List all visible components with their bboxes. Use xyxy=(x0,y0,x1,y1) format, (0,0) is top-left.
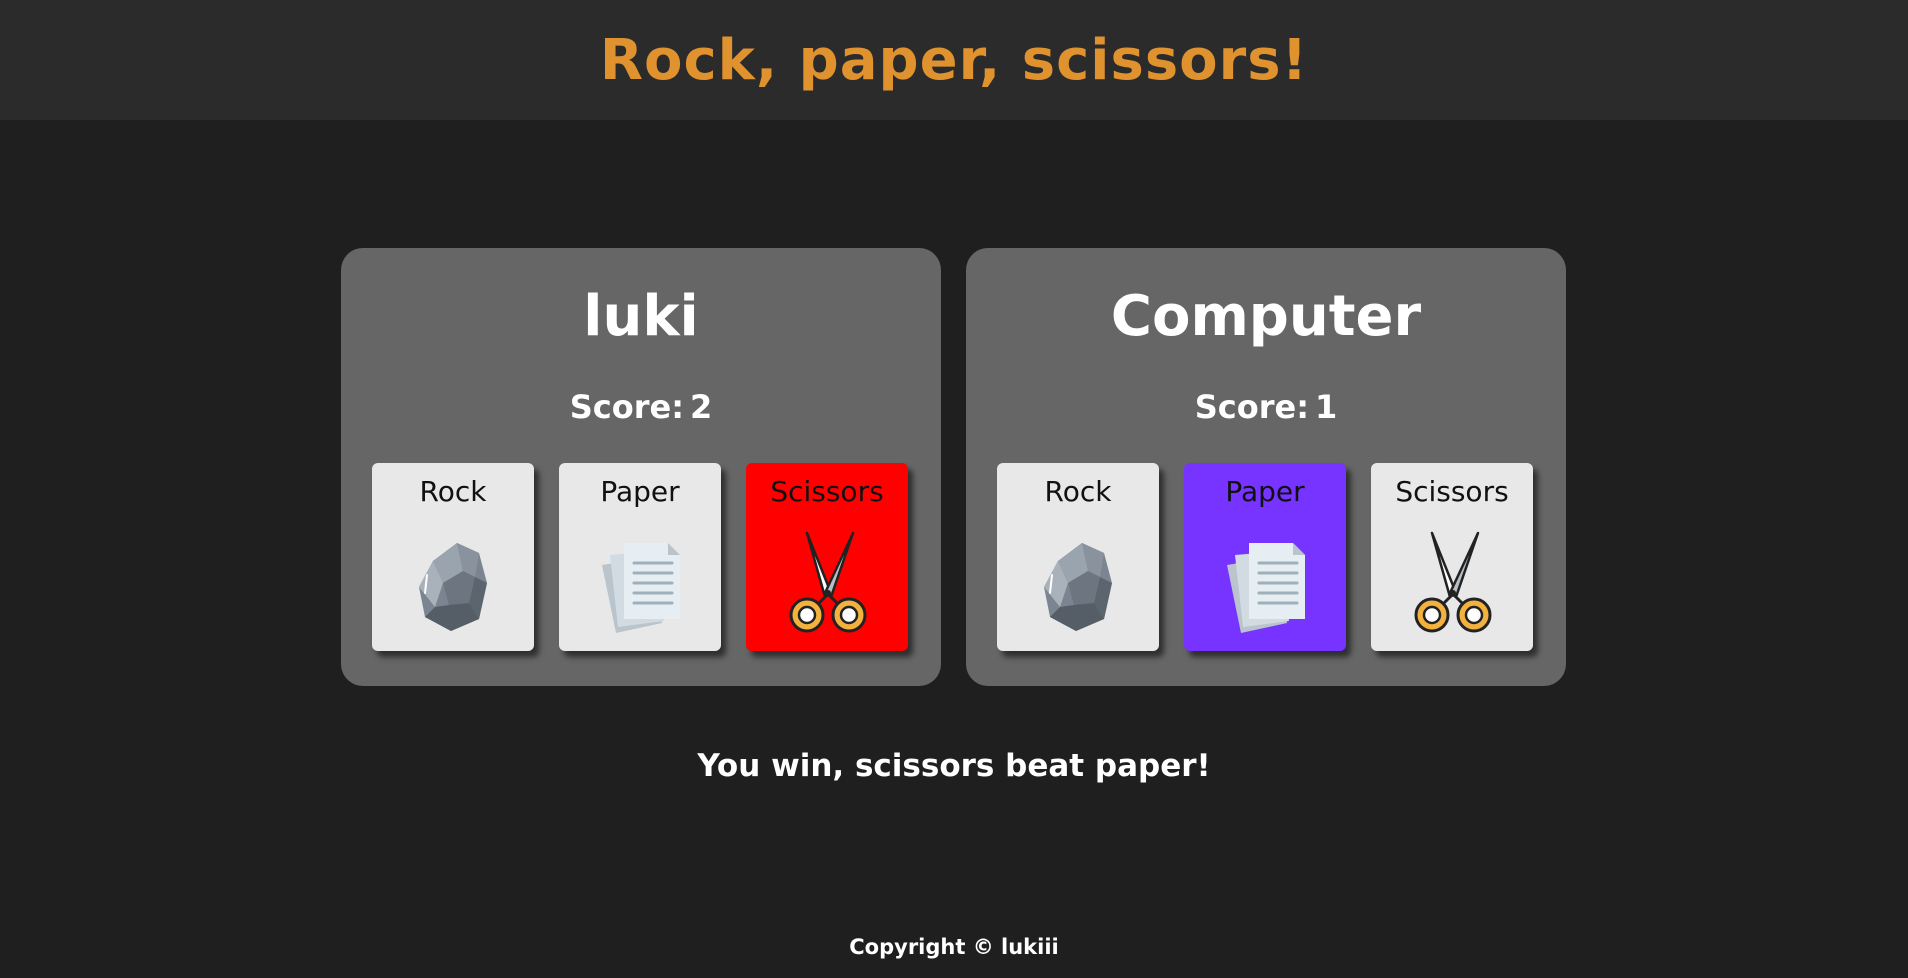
score-value: 2 xyxy=(690,388,713,426)
score-label: Score: xyxy=(569,388,684,426)
rock-icon xyxy=(413,531,495,635)
computer-name: Computer xyxy=(1110,284,1422,349)
game-boards: luki Score: 2 Rock Paper Scissors Compute… xyxy=(341,248,1567,686)
computer-score: Score: 1 xyxy=(966,388,1566,426)
paper-icon xyxy=(600,531,682,635)
choice-label: Paper xyxy=(1225,475,1305,508)
score-label: Score: xyxy=(1194,388,1309,426)
rock-button[interactable]: Rock xyxy=(372,463,534,651)
header-bar: Rock, paper, scissors! xyxy=(0,0,1908,120)
computer-rock-card: Rock xyxy=(997,463,1159,651)
computer-panel: Computer Score: 1 Rock Paper Scissors xyxy=(966,248,1566,686)
scissors-icon xyxy=(1412,531,1494,635)
footer-copyright: Copyright © lukiii xyxy=(849,935,1059,959)
player-choices: Rock Paper Scissors xyxy=(372,463,908,651)
paper-icon xyxy=(1225,531,1307,635)
choice-label: Rock xyxy=(419,475,487,508)
player-score: Score: 2 xyxy=(341,388,941,426)
page-title: Rock, paper, scissors! xyxy=(599,27,1309,93)
choice-label: Scissors xyxy=(1395,475,1509,508)
choice-label: Paper xyxy=(600,475,680,508)
computer-scissors-card: Scissors xyxy=(1371,463,1533,651)
paper-button[interactable]: Paper xyxy=(559,463,721,651)
scissors-button[interactable]: Scissors xyxy=(746,463,908,651)
computer-paper-card: Paper xyxy=(1184,463,1346,651)
score-value: 1 xyxy=(1315,388,1338,426)
choice-label: Rock xyxy=(1044,475,1112,508)
player-name: luki xyxy=(583,284,699,349)
choice-label: Scissors xyxy=(770,475,884,508)
scissors-icon xyxy=(787,531,869,635)
result-message: You win, scissors beat paper! xyxy=(697,748,1211,784)
computer-choices: Rock Paper Scissors xyxy=(997,463,1533,651)
player-panel: luki Score: 2 Rock Paper Scissors xyxy=(341,248,941,686)
rock-icon xyxy=(1038,531,1120,635)
